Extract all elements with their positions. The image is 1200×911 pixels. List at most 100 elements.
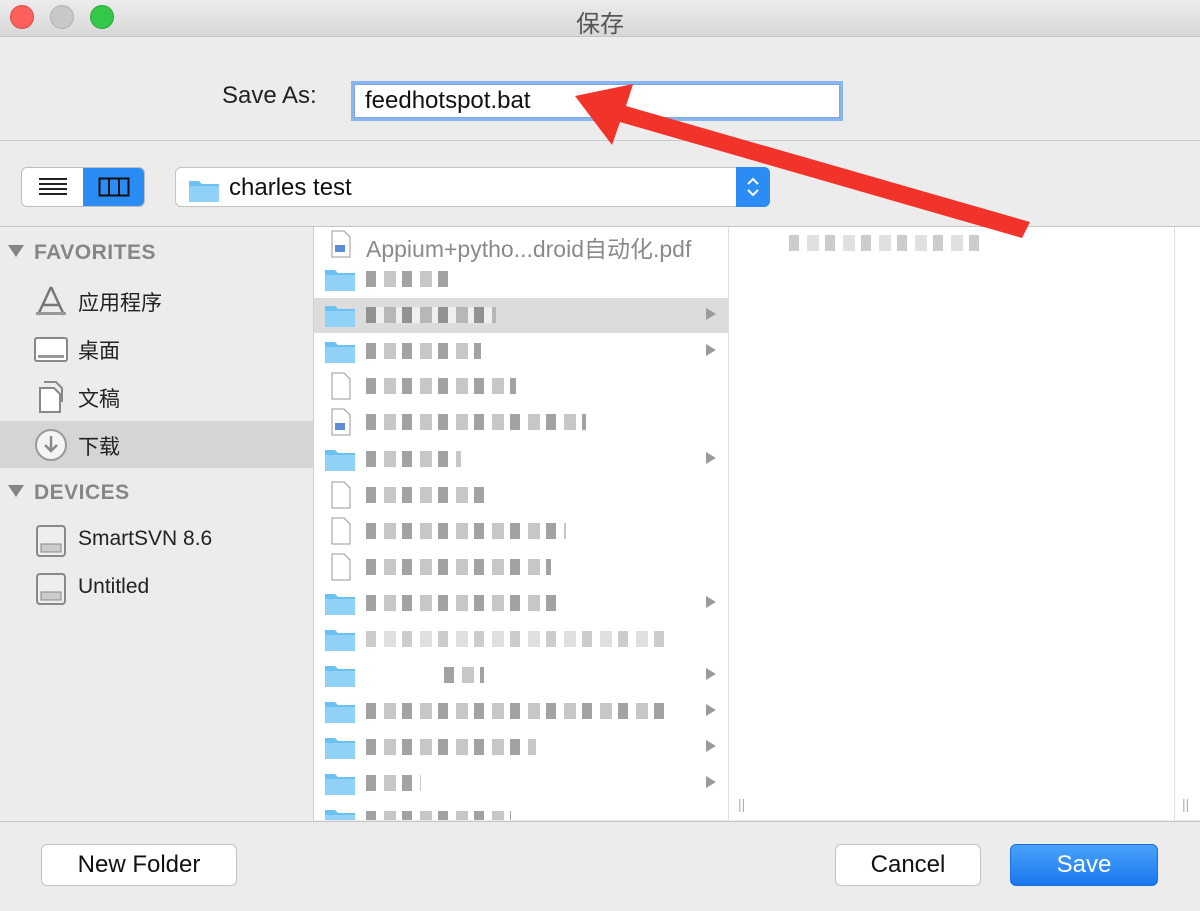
sidebar-item-smartsvn[interactable]: SmartSVN 8.6 (0, 517, 313, 564)
disclosure-triangle-icon (8, 245, 24, 257)
redacted-name (366, 739, 536, 755)
bottom-bar: New Folder Cancel Save (0, 821, 1200, 911)
folder-row[interactable] (314, 298, 728, 333)
view-mode-segmented-control (21, 167, 145, 207)
column-view-icon (98, 177, 129, 197)
redacted-name (366, 307, 496, 323)
save-button[interactable]: Save (1010, 844, 1158, 886)
folder-row[interactable] (314, 802, 728, 820)
save-as-input[interactable] (354, 84, 840, 118)
sidebar-item-downloads[interactable]: 下载 (0, 421, 313, 468)
file-row[interactable] (314, 514, 728, 549)
title-bar: 保存 (0, 0, 1200, 38)
empty-column (1175, 227, 1200, 820)
browser-toolbar: charles test (0, 141, 1200, 227)
file-row[interactable] (314, 550, 728, 585)
folder-icon (189, 181, 219, 202)
desktop-icon (34, 337, 68, 362)
folder-icon (325, 702, 355, 723)
sidebar-item-untitled[interactable]: Untitled (0, 565, 313, 612)
folder-row[interactable] (314, 658, 728, 693)
folder-row[interactable] (314, 694, 728, 729)
redacted-name (444, 667, 484, 683)
redacted-name (366, 378, 516, 394)
folder-icon (325, 774, 355, 795)
up-down-chevron-icon (747, 177, 759, 197)
sidebar-item-documents[interactable]: 文稿 (0, 373, 313, 420)
folder-row[interactable] (314, 334, 728, 369)
redacted-name (366, 703, 666, 719)
folder-icon (325, 738, 355, 759)
folder-row[interactable] (314, 442, 728, 477)
folder-row[interactable] (314, 622, 728, 657)
disclosure-arrow-icon (706, 344, 716, 356)
file-row[interactable] (314, 369, 728, 404)
file-row[interactable] (314, 405, 728, 440)
folder-row[interactable] (314, 262, 728, 297)
sidebar-item-label: 下载 (78, 436, 120, 459)
disclosure-arrow-icon (706, 740, 716, 752)
file-name: Appium+pytho...droid自动化.pdf (366, 236, 692, 262)
disk-icon (36, 573, 66, 605)
folder-icon (325, 666, 355, 687)
list-view-button[interactable] (22, 168, 84, 206)
redacted-name (366, 523, 566, 539)
folder-row[interactable] (314, 586, 728, 621)
disclosure-arrow-icon (706, 452, 716, 464)
disclosure-arrow-icon (706, 776, 716, 788)
redacted-name (366, 414, 586, 430)
document-icon (331, 517, 351, 545)
disclosure-triangle-icon (8, 485, 24, 497)
disk-icon (36, 525, 66, 557)
save-as-label: Save As: (222, 82, 317, 109)
file-row[interactable]: Appium+pytho...droid自动化.pdf (314, 227, 728, 262)
sidebar-item-label: 应用程序 (78, 292, 162, 315)
folder-icon (325, 342, 355, 363)
cancel-button[interactable]: Cancel (835, 844, 981, 886)
sidebar-item-label: 文稿 (78, 388, 120, 411)
redacted-name (366, 595, 561, 611)
folder-row[interactable] (314, 730, 728, 765)
redacted-name (366, 559, 551, 575)
sidebar-item-label: Untitled (78, 575, 150, 598)
documents-icon (39, 381, 63, 413)
sidebar-item-label: SmartSVN 8.6 (78, 527, 213, 550)
favorites-header[interactable]: FAVORITES (8, 241, 156, 265)
disclosure-arrow-icon (706, 704, 716, 716)
preview-column (729, 227, 1175, 820)
disclosure-arrow-icon (706, 596, 716, 608)
window-title: 保存 (576, 11, 624, 38)
sidebar: FAVORITES 应用程序 桌面 文稿 下载 DEVICES SmartSVN… (0, 227, 314, 820)
disclosure-arrow-icon (706, 668, 716, 680)
pdf-file-icon (331, 230, 351, 258)
folder-row[interactable] (314, 766, 728, 801)
column-view-button[interactable] (83, 168, 144, 206)
redacted-name (366, 811, 511, 820)
redacted-name (366, 271, 456, 287)
sidebar-item-desktop[interactable]: 桌面 (0, 325, 313, 372)
disclosure-arrow-icon (706, 308, 716, 320)
location-popup[interactable]: charles test (175, 167, 770, 207)
document-icon (331, 481, 351, 509)
location-label: charles test (229, 174, 352, 201)
sidebar-item-applications[interactable]: 应用程序 (0, 277, 313, 324)
file-row[interactable] (314, 478, 728, 513)
document-icon (331, 553, 351, 581)
redacted-preview (789, 235, 979, 251)
folder-icon (325, 306, 355, 327)
devices-header[interactable]: DEVICES (8, 481, 130, 505)
column-resize-handle[interactable]: || (738, 796, 745, 812)
location-popup-arrows[interactable] (736, 167, 770, 207)
folder-icon (325, 270, 355, 291)
pdf-file-icon (331, 408, 351, 436)
folder-icon (325, 630, 355, 651)
document-icon (331, 372, 351, 400)
redacted-name (366, 451, 461, 467)
new-folder-button[interactable]: New Folder (41, 844, 237, 886)
redacted-name (366, 487, 486, 503)
column-resize-handle[interactable]: || (1182, 796, 1189, 812)
list-view-icon (38, 178, 67, 195)
sidebar-item-label: 桌面 (78, 340, 120, 363)
folder-icon (325, 594, 355, 615)
downloads-icon (35, 429, 67, 461)
